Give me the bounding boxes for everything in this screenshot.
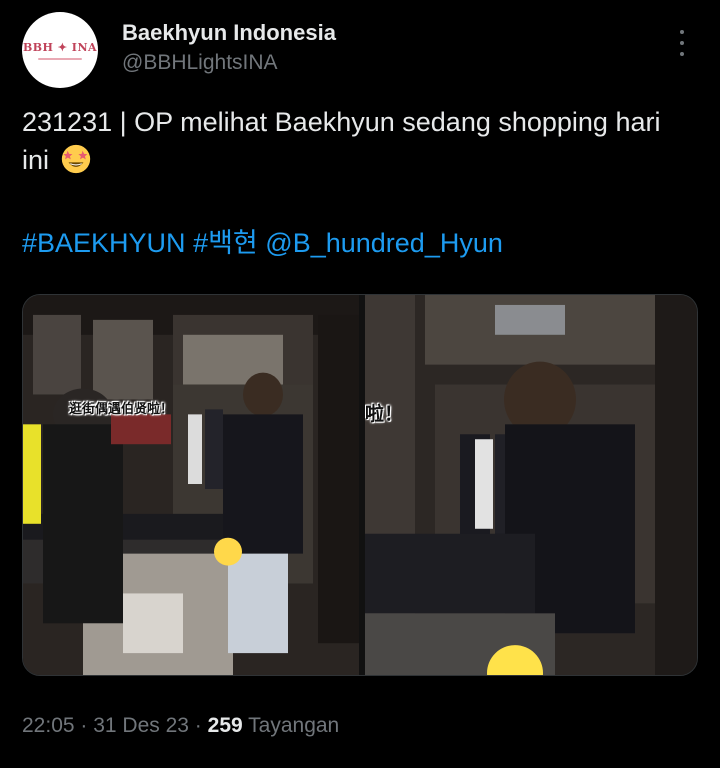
author-handle[interactable]: @BBHLightsINA — [122, 51, 278, 75]
avatar[interactable]: BBH ✦ INA — [22, 12, 98, 88]
meta-separator: · — [74, 714, 94, 737]
tweet-text: 231231 | OP melihat Baekhyun sedang shop… — [22, 103, 692, 179]
author-display-name[interactable]: Baekhyun Indonesia — [122, 20, 336, 46]
photo-caption: 逛街偶遇伯贤啦！ — [69, 402, 174, 417]
hashtag-baekhyun[interactable]: #BAEKHYUN — [22, 228, 186, 258]
tweet-tags: #BAEKHYUN #백현 @B_hundred_Hyun — [22, 224, 503, 262]
store-photo-image — [365, 295, 697, 675]
store-photo-image — [23, 295, 359, 675]
views-label: Tayangan — [248, 714, 340, 737]
photo-2[interactable]: 啦！ — [365, 295, 697, 675]
media-grid: 逛街偶遇伯贤啦！ 啦！ — [22, 294, 698, 676]
tweet-date[interactable]: 31 Des 23 — [93, 714, 189, 737]
photo-1[interactable]: 逛街偶遇伯贤啦！ — [23, 295, 359, 675]
tweet-body: 231231 | OP melihat Baekhyun sedang shop… — [22, 107, 661, 175]
photo-caption: 啦！ — [365, 403, 404, 425]
views-count: 259 — [207, 714, 243, 737]
more-vertical-icon[interactable] — [672, 30, 692, 56]
star-struck-emoji — [61, 144, 90, 174]
avatar-logo-underline — [37, 57, 82, 60]
mention-link[interactable]: @B_hundred_Hyun — [265, 228, 503, 258]
more-dot — [680, 30, 684, 34]
avatar-logo-text: BBH ✦ INA — [22, 40, 98, 54]
tweet-meta: 22:05 · 31 Des 23 · 259 Tayangan — [22, 714, 339, 738]
hashtag-baekhyun-korean[interactable]: #백현 — [193, 228, 258, 258]
more-dot — [680, 41, 684, 45]
tweet-time[interactable]: 22:05 — [22, 714, 75, 737]
profile-logo: BBH ✦ INA — [23, 41, 97, 60]
meta-separator: · — [188, 714, 208, 737]
more-dot — [680, 52, 684, 56]
tweet-header: BBH ✦ INA Baekhyun Indonesia @BBHLightsI… — [22, 12, 702, 88]
